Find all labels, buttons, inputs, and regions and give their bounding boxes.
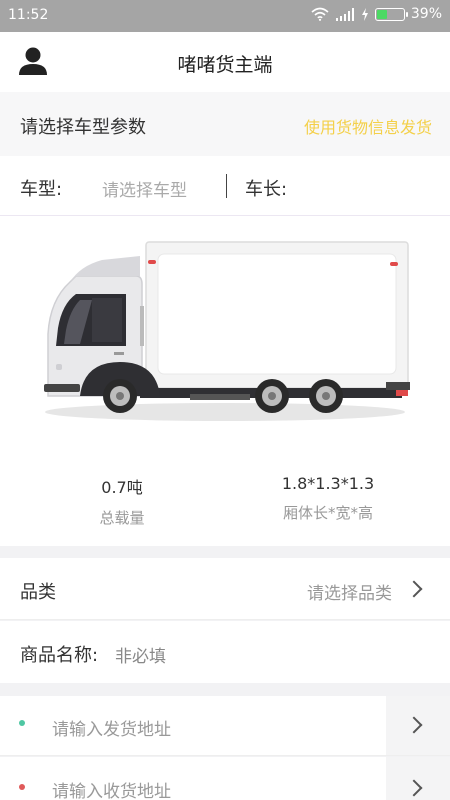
receiving-address-input[interactable]: 请输入收货地址 — [52, 777, 171, 800]
category-row[interactable]: 品类 请选择品类 — [0, 558, 450, 620]
charging-icon — [361, 7, 368, 21]
battery-level — [376, 9, 387, 19]
goods-name-label: 商品名称: — [20, 645, 99, 666]
shipping-address-arrow[interactable] — [386, 696, 450, 755]
vehicle-type-row: 车型: 请选择车型 车长: — [0, 156, 450, 216]
signal-icon — [335, 7, 354, 21]
category-label: 品类 — [20, 582, 56, 603]
shipping-address-input[interactable]: 请输入发货地址 — [52, 715, 171, 740]
vehicle-type-select[interactable]: 请选择车型 — [102, 176, 187, 201]
spec-dimensions: 1.8*1.3*1.3 厢体长*宽*高 — [238, 474, 418, 523]
battery-percent: 39% — [410, 6, 442, 22]
goods-name-input[interactable]: 非必填 — [115, 642, 166, 667]
status-time: 11:52 — [8, 7, 49, 23]
use-cargo-info-link[interactable]: 使用货物信息发货 — [304, 114, 432, 138]
category-select[interactable]: 请选择品类 — [307, 579, 392, 604]
chevron-right-icon — [405, 580, 423, 598]
vehicle-params-section: 请选择车型参数 使用货物信息发货 — [0, 92, 450, 156]
chevron-right-icon — [405, 779, 423, 797]
divider — [226, 174, 227, 198]
spec-label: 厢体长*宽*高 — [282, 504, 373, 522]
receiving-address-arrow[interactable] — [386, 757, 450, 800]
truck-display: 0.7吨 总载量 1.8*1.3*1.3 厢体长*宽*高 — [0, 216, 450, 546]
destination-dot-icon — [19, 784, 25, 790]
spec-value: 1.8*1.3*1.3 — [281, 474, 375, 493]
truck-illustration — [44, 241, 410, 421]
spec-label: 总载量 — [99, 509, 145, 527]
shipping-address-row[interactable]: 请输入发货地址 — [0, 696, 450, 756]
chevron-right-icon — [405, 716, 423, 734]
status-bar: 11:52 39% — [0, 0, 450, 32]
vehicle-type-label: 车型: — [20, 179, 63, 200]
app-header: 啫啫货主端 — [0, 32, 450, 92]
spec-value: 0.7吨 — [101, 478, 143, 497]
battery-icon — [374, 7, 408, 21]
wifi-icon — [311, 7, 329, 21]
origin-dot-icon — [19, 720, 25, 726]
page-title: 啫啫货主端 — [177, 54, 273, 76]
goods-name-row: 商品名称: 非必填 — [0, 621, 450, 683]
vehicle-length-field[interactable]: 车长: — [245, 175, 287, 201]
receiving-address-row[interactable]: 请输入收货地址 — [0, 757, 450, 800]
spec-load: 0.7吨 总载量 — [32, 474, 212, 528]
status-icons: 39% — [311, 6, 442, 22]
section-title: 请选择车型参数 — [20, 117, 146, 138]
